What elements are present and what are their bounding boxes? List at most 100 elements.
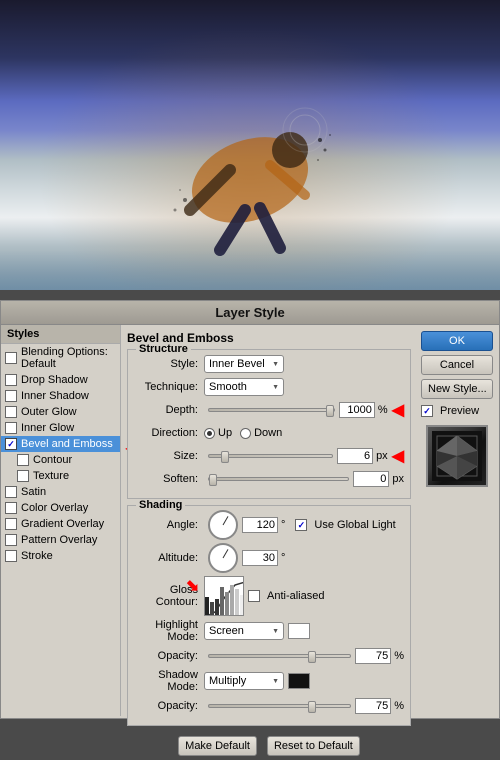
style-control: Inner Bevel	[204, 355, 404, 373]
preview-row: Preview	[421, 405, 493, 417]
technique-select[interactable]: Smooth	[204, 378, 284, 396]
highlight-opacity-row: Opacity: %	[134, 646, 404, 666]
style-item-outer-glow[interactable]: Outer Glow	[1, 404, 120, 420]
highlight-mode-label: Highlight Mode:	[134, 619, 204, 643]
shadow-opacity-thumb[interactable]	[308, 701, 316, 713]
style-item-pattern-overlay[interactable]: Pattern Overlay	[1, 532, 120, 548]
soften-slider-thumb[interactable]	[209, 474, 217, 486]
color-overlay-checkbox[interactable]	[5, 502, 17, 514]
shading-section: Shading Angle: ° Use Global Light	[127, 505, 411, 726]
depth-label: Depth:	[134, 404, 204, 416]
soften-input[interactable]	[353, 471, 389, 487]
depth-slider-thumb[interactable]	[326, 405, 334, 417]
reset-to-default-button[interactable]: Reset to Default	[267, 736, 360, 756]
structure-label: Structure	[136, 343, 191, 355]
use-global-light-checkbox[interactable]	[295, 519, 307, 531]
highlight-color-swatch[interactable]	[288, 623, 310, 639]
highlight-opacity-input[interactable]	[355, 648, 391, 664]
shadow-opacity-row: Opacity: %	[134, 696, 404, 716]
technique-label: Technique:	[134, 381, 204, 393]
style-item-color-overlay[interactable]: Color Overlay	[1, 500, 120, 516]
technique-control: Smooth	[204, 378, 404, 396]
size-red-arrow: ◀	[392, 446, 404, 466]
satin-checkbox[interactable]	[5, 486, 17, 498]
altitude-input[interactable]	[242, 550, 278, 566]
preview-swatch	[426, 425, 488, 487]
preview-checkbox[interactable]	[421, 405, 433, 417]
soften-row: Soften: px	[134, 469, 404, 489]
style-label: Style:	[134, 358, 204, 370]
new-style-button[interactable]: New Style...	[421, 379, 493, 399]
inner-shadow-checkbox[interactable]	[5, 390, 17, 402]
contour-thumbnail[interactable]	[204, 576, 244, 616]
highlight-opacity-slider[interactable]	[208, 654, 351, 658]
size-label: Size:	[134, 450, 204, 462]
angle-input[interactable]	[242, 517, 278, 533]
soften-label: Soften:	[134, 473, 204, 485]
style-select[interactable]: Inner Bevel	[204, 355, 284, 373]
highlight-opacity-label: Opacity:	[134, 650, 204, 662]
style-item-blending[interactable]: Blending Options: Default	[1, 344, 120, 372]
style-item-stroke[interactable]: Stroke	[1, 548, 120, 564]
ok-button[interactable]: OK	[421, 331, 493, 351]
soften-slider[interactable]	[208, 477, 349, 481]
pattern-overlay-checkbox[interactable]	[5, 534, 17, 546]
structure-section: Structure Style: Inner Bevel Technique:	[127, 349, 411, 499]
style-select-value: Inner Bevel	[209, 358, 268, 370]
technique-select-value: Smooth	[209, 381, 268, 393]
shadow-mode-row: Shadow Mode: Multiply	[134, 669, 404, 693]
shadow-opacity-label: Opacity:	[134, 700, 204, 712]
cancel-button[interactable]: Cancel	[421, 355, 493, 375]
use-global-light-container: Use Global Light	[295, 519, 395, 531]
make-default-button[interactable]: Make Default	[178, 736, 257, 756]
depth-row: Depth: % ◀	[134, 400, 404, 420]
blending-checkbox[interactable]	[5, 352, 17, 364]
direction-up-item[interactable]: Up	[204, 427, 232, 439]
direction-control: Up Down	[204, 427, 404, 439]
size-slider[interactable]	[208, 454, 333, 458]
highlight-opacity-thumb[interactable]	[308, 651, 316, 663]
gradient-overlay-checkbox[interactable]	[5, 518, 17, 530]
dialog-title: Layer Style	[1, 301, 499, 325]
drop-shadow-checkbox[interactable]	[5, 374, 17, 386]
style-item-inner-shadow[interactable]: Inner Shadow	[1, 388, 120, 404]
style-item-bevel-emboss[interactable]: Bevel and Emboss ◀	[1, 436, 120, 452]
stroke-checkbox[interactable]	[5, 550, 17, 562]
outer-glow-checkbox[interactable]	[5, 406, 17, 418]
texture-checkbox[interactable]	[17, 470, 29, 482]
style-item-contour[interactable]: Contour	[1, 452, 120, 468]
depth-slider[interactable]	[208, 408, 335, 412]
altitude-dial[interactable]	[208, 543, 238, 573]
style-item-texture[interactable]: Texture	[1, 468, 120, 484]
style-item-gradient-overlay[interactable]: Gradient Overlay	[1, 516, 120, 532]
style-item-drop-shadow[interactable]: Drop Shadow	[1, 372, 120, 388]
soften-control: px	[204, 471, 404, 487]
size-slider-thumb[interactable]	[221, 451, 229, 463]
anti-aliased-checkbox[interactable]	[248, 590, 260, 602]
shadow-color-swatch[interactable]	[288, 673, 310, 689]
direction-down-radio[interactable]	[240, 428, 251, 439]
direction-row: Direction: Up Down	[134, 423, 404, 443]
style-item-satin[interactable]: Satin	[1, 484, 120, 500]
shadow-opacity-input[interactable]	[355, 698, 391, 714]
direction-down-item[interactable]: Down	[240, 427, 282, 439]
shadow-opacity-unit: %	[394, 700, 404, 712]
inner-glow-checkbox[interactable]	[5, 422, 17, 434]
size-row: Size: px ◀	[134, 446, 404, 466]
shadow-opacity-slider[interactable]	[208, 704, 351, 708]
direction-up-label: Up	[218, 427, 232, 439]
highlight-mode-select[interactable]: Screen	[204, 622, 284, 640]
altitude-unit: °	[281, 552, 285, 564]
style-item-inner-glow[interactable]: Inner Glow	[1, 420, 120, 436]
photo-background	[0, 0, 500, 290]
size-input[interactable]	[337, 448, 373, 464]
depth-input[interactable]	[339, 402, 375, 418]
contour-checkbox[interactable]	[17, 454, 29, 466]
angle-dial[interactable]	[208, 510, 238, 540]
shadow-mode-select[interactable]: Multiply	[204, 672, 284, 690]
shadow-mode-control: Multiply	[204, 672, 404, 690]
shading-label: Shading	[136, 499, 185, 511]
direction-down-label: Down	[254, 427, 282, 439]
bevel-emboss-checkbox[interactable]	[5, 438, 17, 450]
direction-up-radio[interactable]	[204, 428, 215, 439]
